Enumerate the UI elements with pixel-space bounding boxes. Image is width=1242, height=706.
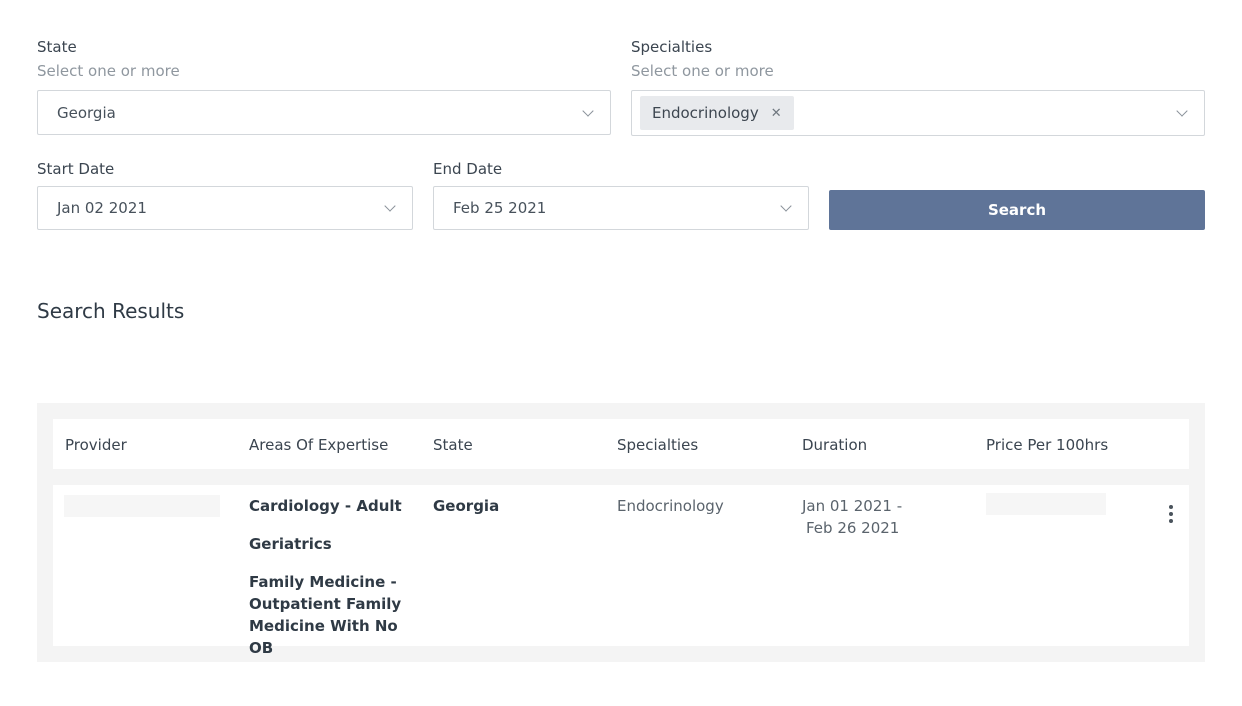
specialties-hint: Select one or more bbox=[631, 62, 774, 80]
results-title: Search Results bbox=[37, 299, 185, 323]
row-state: Georgia bbox=[433, 497, 500, 515]
search-button[interactable]: Search bbox=[829, 190, 1205, 230]
column-header-specialties: Specialties bbox=[617, 436, 699, 454]
chevron-down-icon bbox=[780, 200, 792, 212]
state-select-value: Georgia bbox=[57, 103, 116, 122]
expertise-item: Cardiology - Adult bbox=[249, 497, 402, 515]
state-label: State bbox=[37, 38, 77, 56]
row-specialty: Endocrinology bbox=[617, 497, 724, 515]
close-icon[interactable]: ✕ bbox=[771, 106, 782, 121]
more-vertical-icon[interactable] bbox=[1167, 505, 1175, 525]
specialty-chip: Endocrinology ✕ bbox=[640, 96, 794, 130]
chevron-down-icon bbox=[582, 104, 594, 117]
results-table: Provider Areas Of Expertise State Specia… bbox=[37, 403, 1205, 662]
expertise-item: Geriatrics bbox=[249, 535, 332, 553]
column-header-areas: Areas Of Expertise bbox=[249, 436, 389, 454]
end-date-select[interactable]: Feb 25 2021 bbox=[433, 186, 809, 230]
column-header-provider: Provider bbox=[65, 436, 127, 454]
duration-end: Feb 26 2021 bbox=[806, 519, 900, 537]
specialties-label: Specialties bbox=[631, 38, 713, 56]
column-header-state: State bbox=[433, 436, 473, 454]
state-hint: Select one or more bbox=[37, 62, 180, 80]
column-header-price: Price Per 100hrs bbox=[986, 436, 1109, 454]
start-date-value: Jan 02 2021 bbox=[57, 199, 147, 217]
chevron-down-icon bbox=[1176, 105, 1188, 117]
table-row: Cardiology - Adult Geriatrics Family Med… bbox=[53, 485, 1189, 657]
table-header: Provider Areas Of Expertise State Specia… bbox=[53, 419, 1189, 469]
column-header-duration: Duration bbox=[802, 436, 868, 454]
start-date-select[interactable]: Jan 02 2021 bbox=[37, 186, 413, 230]
chevron-down-icon bbox=[384, 200, 396, 212]
start-date-label: Start Date bbox=[37, 160, 115, 178]
specialties-select[interactable]: Endocrinology ✕ bbox=[631, 90, 1205, 136]
state-select[interactable]: Georgia bbox=[37, 90, 611, 135]
price-placeholder bbox=[986, 493, 1106, 515]
end-date-label: End Date bbox=[433, 160, 503, 178]
provider-placeholder bbox=[64, 495, 220, 517]
expertise-item: Family Medicine - Outpatient Family Medi… bbox=[249, 573, 402, 657]
end-date-value: Feb 25 2021 bbox=[453, 199, 547, 217]
duration-start: Jan 01 2021 - bbox=[802, 497, 903, 515]
specialty-chip-label: Endocrinology bbox=[652, 104, 759, 122]
